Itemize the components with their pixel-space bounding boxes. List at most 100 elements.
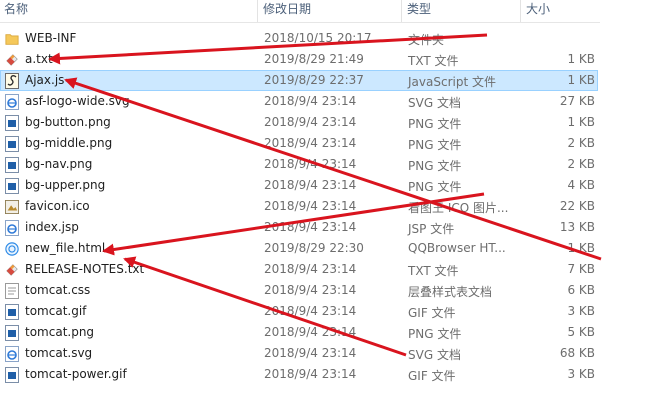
file-size: 3 KB xyxy=(567,367,595,381)
file-name: tomcat.css xyxy=(25,283,91,297)
image-file-icon xyxy=(5,325,19,341)
ico-file-icon xyxy=(5,199,19,215)
file-size: 3 KB xyxy=(567,304,595,318)
file-row[interactable]: bg-middle.png 2018/9/4 23:14 PNG 文件 2 KB xyxy=(0,133,598,154)
file-row[interactable]: index.jsp 2018/9/4 23:14 JSP 文件 13 KB xyxy=(0,217,598,238)
column-header-date-modified[interactable]: 修改日期 xyxy=(259,0,402,22)
browser-html-icon xyxy=(5,241,19,257)
file-type: SVG 文档 xyxy=(408,348,461,362)
file-row[interactable]: WEB-INF 2018/10/15 20:17 文件夹 xyxy=(0,28,598,49)
js-file-icon xyxy=(5,73,19,89)
file-name: WEB-INF xyxy=(25,31,77,45)
file-name: bg-button.png xyxy=(25,115,111,129)
file-row[interactable]: RELEASE-NOTES.txt 2018/9/4 23:14 TXT 文件 7 K… xyxy=(0,259,598,280)
file-size: 1 KB xyxy=(567,241,595,255)
file-type: GIF 文件 xyxy=(408,369,456,383)
file-date-modified: 2018/9/4 23:14 xyxy=(264,262,357,276)
file-row[interactable]: bg-button.png 2018/9/4 23:14 PNG 文件 1 KB xyxy=(0,112,598,133)
file-row[interactable]: favicon.ico 2018/9/4 23:14 看图王 ICO 图片... 22… xyxy=(0,196,598,217)
file-date-modified: 2018/9/4 23:14 xyxy=(264,367,357,381)
file-name: bg-middle.png xyxy=(25,136,113,150)
file-row[interactable]: tomcat-power.gif 2018/9/4 23:14 GIF 文件 3 KB xyxy=(0,364,598,385)
file-row[interactable]: tomcat.gif 2018/9/4 23:14 GIF 文件 3 KB xyxy=(0,301,598,322)
file-name: tomcat-power.gif xyxy=(25,367,127,381)
file-row[interactable]: new_file.html 2019/8/29 22:30 QQBrowser HT… xyxy=(0,238,598,259)
file-type: TXT 文件 xyxy=(408,264,459,278)
file-size: 7 KB xyxy=(567,262,595,276)
file-date-modified: 2019/8/29 21:49 xyxy=(264,52,364,66)
column-header-size[interactable]: 大小 xyxy=(522,0,600,22)
ie-document-icon xyxy=(5,94,19,110)
file-type: JSP 文件 xyxy=(408,222,455,236)
file-size: 4 KB xyxy=(567,178,595,192)
file-type: 文件夹 xyxy=(408,33,445,47)
file-size: 27 KB xyxy=(559,94,595,108)
file-date-modified: 2018/9/4 23:14 xyxy=(264,346,357,360)
file-size: 22 KB xyxy=(559,199,595,213)
column-header-type[interactable]: 类型 xyxy=(403,0,521,22)
file-type: PNG 文件 xyxy=(408,159,462,173)
file-date-modified: 2018/9/4 23:14 xyxy=(264,94,357,108)
image-file-icon xyxy=(5,136,19,152)
file-date-modified: 2018/9/4 23:14 xyxy=(264,115,357,129)
file-name: tomcat.png xyxy=(25,325,95,339)
txt-file-icon xyxy=(5,262,19,278)
file-date-modified: 2019/8/29 22:30 xyxy=(264,241,364,255)
ie-document-icon xyxy=(5,220,19,236)
file-date-modified: 2018/9/4 23:14 xyxy=(264,325,357,339)
file-row[interactable]: tomcat.png 2018/9/4 23:14 PNG 文件 5 KB xyxy=(0,322,598,343)
file-date-modified: 2018/9/4 23:14 xyxy=(264,157,357,171)
folder-icon xyxy=(5,31,19,47)
file-type: PNG 文件 xyxy=(408,117,462,131)
file-row[interactable]: Ajax.js 2019/8/29 22:37 JavaScript 文件 1 KB xyxy=(0,70,598,91)
file-date-modified: 2019/8/29 22:37 xyxy=(264,73,364,87)
file-name: bg-nav.png xyxy=(25,157,93,171)
file-name: RELEASE-NOTES.txt xyxy=(25,262,145,276)
ie-document-icon xyxy=(5,346,19,362)
file-date-modified: 2018/10/15 20:17 xyxy=(264,31,372,45)
image-file-icon xyxy=(5,157,19,173)
column-header-bar: 名称 修改日期 类型 大小 xyxy=(0,0,600,23)
file-name: index.jsp xyxy=(25,220,79,234)
file-name: asf-logo-wide.svg xyxy=(25,94,130,108)
txt-file-icon xyxy=(5,52,19,68)
file-name: a.txt xyxy=(25,52,53,66)
image-file-icon xyxy=(5,367,19,383)
file-name: favicon.ico xyxy=(25,199,90,213)
file-type: 层叠样式表文档 xyxy=(408,285,493,299)
file-row[interactable]: bg-upper.png 2018/9/4 23:14 PNG 文件 4 KB xyxy=(0,175,598,196)
file-list: WEB-INF 2018/10/15 20:17 文件夹 a.txt 2019/8/29… xyxy=(0,28,600,385)
file-type: PNG 文件 xyxy=(408,180,462,194)
file-type: SVG 文档 xyxy=(408,96,461,110)
file-type: PNG 文件 xyxy=(408,327,462,341)
file-type: JavaScript 文件 xyxy=(408,75,496,89)
file-row[interactable]: asf-logo-wide.svg 2018/9/4 23:14 SVG 文档 27 … xyxy=(0,91,598,112)
css-file-icon xyxy=(5,283,19,299)
file-row[interactable]: tomcat.css 2018/9/4 23:14 层叠样式表文档 6 KB xyxy=(0,280,598,301)
file-row[interactable]: bg-nav.png 2018/9/4 23:14 PNG 文件 2 KB xyxy=(0,154,598,175)
file-size: 13 KB xyxy=(559,220,595,234)
file-name: Ajax.js xyxy=(25,73,65,87)
file-type: PNG 文件 xyxy=(408,138,462,152)
file-size: 1 KB xyxy=(567,52,595,66)
file-date-modified: 2018/9/4 23:14 xyxy=(264,178,357,192)
file-size: 2 KB xyxy=(567,157,595,171)
image-file-icon xyxy=(5,115,19,131)
file-type: TXT 文件 xyxy=(408,54,459,68)
file-date-modified: 2018/9/4 23:14 xyxy=(264,304,357,318)
file-date-modified: 2018/9/4 23:14 xyxy=(264,199,357,213)
image-file-icon xyxy=(5,304,19,320)
file-name: tomcat.gif xyxy=(25,304,87,318)
file-size: 6 KB xyxy=(567,283,595,297)
file-type: QQBrowser HT... xyxy=(408,241,506,255)
file-row[interactable]: a.txt 2019/8/29 21:49 TXT 文件 1 KB xyxy=(0,49,598,70)
file-date-modified: 2018/9/4 23:14 xyxy=(264,220,357,234)
image-file-icon xyxy=(5,178,19,194)
file-name: new_file.html xyxy=(25,241,106,255)
column-header-name[interactable]: 名称 xyxy=(0,0,258,22)
file-size: 5 KB xyxy=(567,325,595,339)
file-name: tomcat.svg xyxy=(25,346,93,360)
file-size: 1 KB xyxy=(567,73,595,87)
file-row[interactable]: tomcat.svg 2018/9/4 23:14 SVG 文档 68 KB xyxy=(0,343,598,364)
file-size: 2 KB xyxy=(567,136,595,150)
